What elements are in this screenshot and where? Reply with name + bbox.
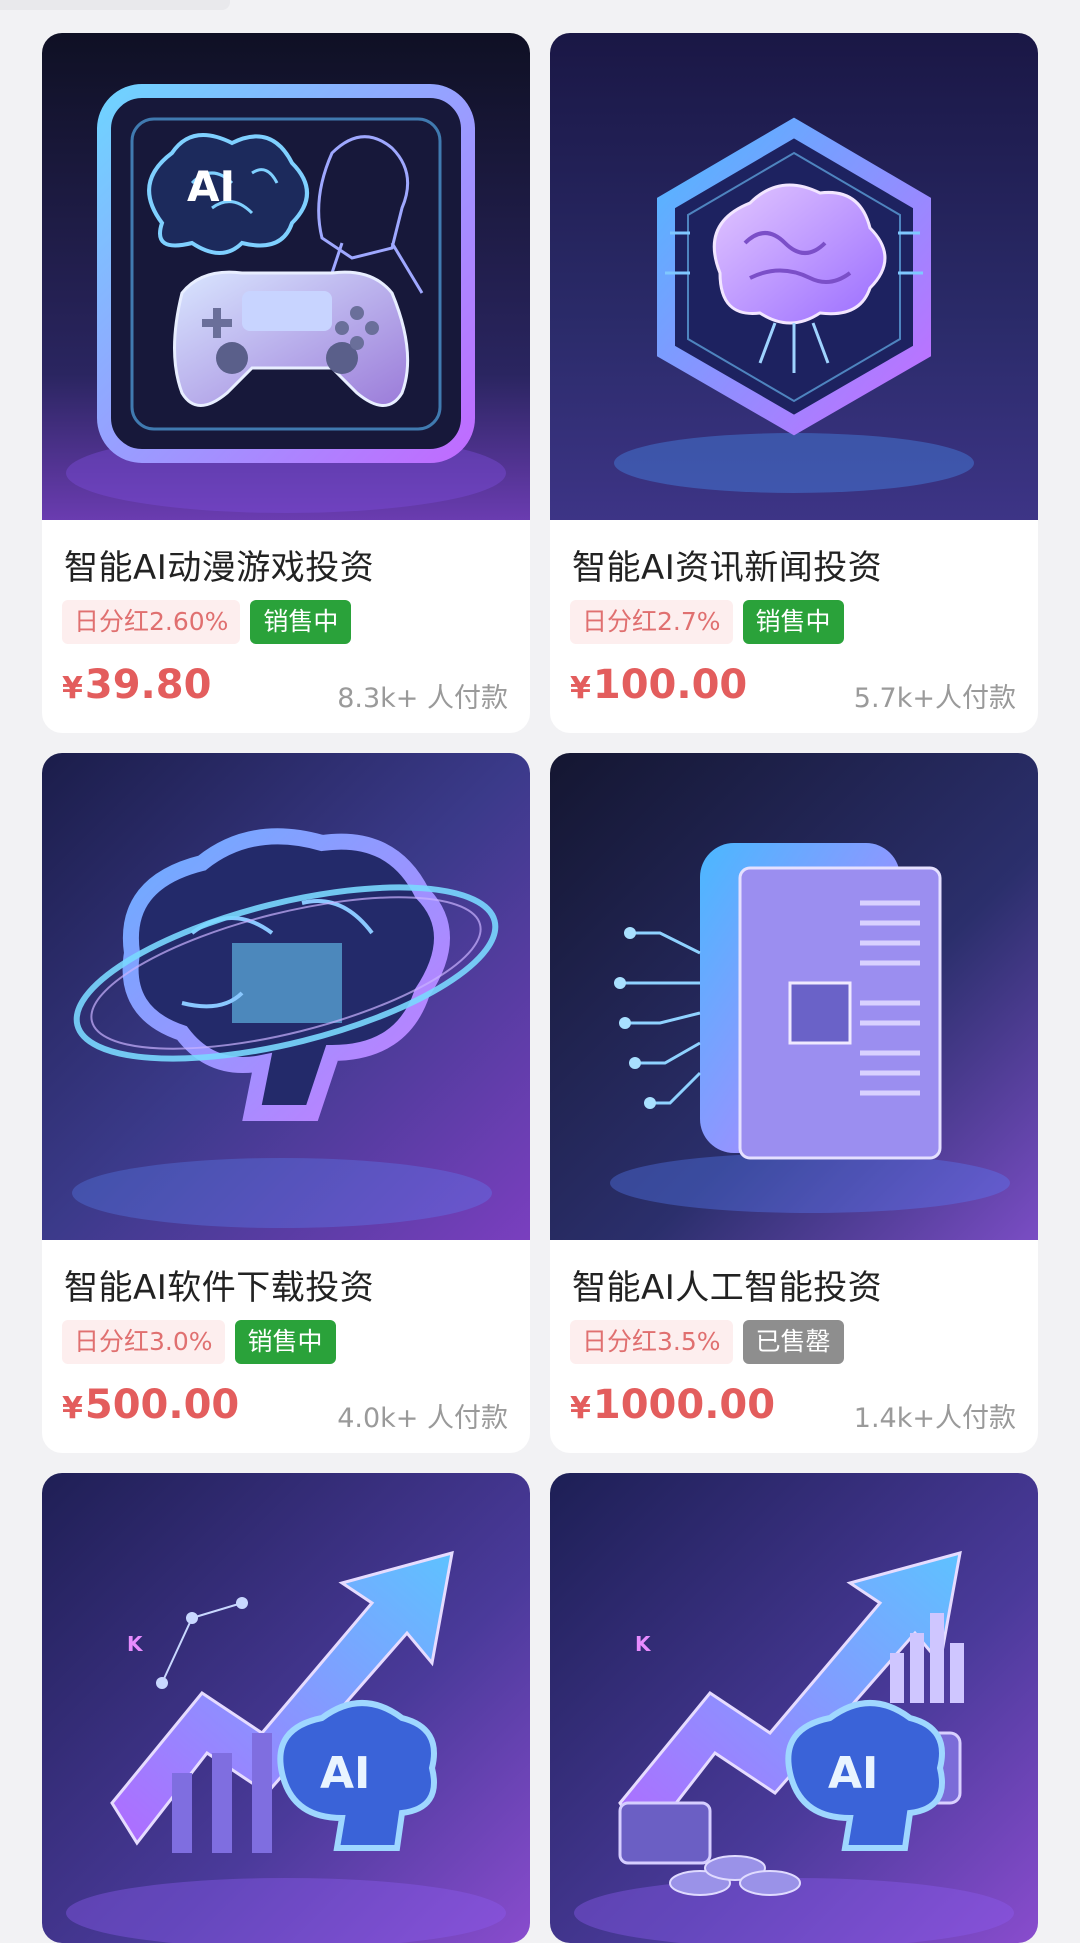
top-bar-fragment — [0, 0, 230, 10]
product-price: ¥100.00 — [570, 662, 747, 708]
status-badge: 已售罄 — [742, 1320, 844, 1364]
status-badge: 销售中 — [742, 600, 844, 644]
product-price: ¥500.00 — [62, 1382, 239, 1428]
k-label: K — [127, 1632, 144, 1656]
buyer-count: 1.4k+人付款 — [853, 1403, 1016, 1434]
orbit-brain-icon — [42, 753, 530, 1240]
product-card[interactable]: AI K — [550, 1473, 1038, 1943]
ai-growth-chart-icon: AI K — [42, 1473, 530, 1943]
price-value: 500.00 — [84, 1382, 240, 1428]
currency-symbol: ¥ — [570, 1391, 591, 1426]
product-title: 智能AI资讯新闻投资 — [572, 548, 883, 588]
product-info: 智能AI软件下载投资 日分红3.0% 销售中 ¥500.00 4.0k+ 人付款 — [42, 1240, 530, 1453]
buyer-count: 4.0k+ 人付款 — [337, 1403, 508, 1434]
status-badge: 销售中 — [250, 600, 352, 644]
product-grid: AI 智能AI动漫游戏投资 日分红2.60% 销售中 ¥39.80 8.3k+ … — [42, 33, 1038, 1943]
product-info: 智能AI资讯新闻投资 日分红2.7% 销售中 ¥100.00 5.7k+人付款 — [550, 520, 1038, 733]
product-info: 智能AI人工智能投资 日分红3.5% 已售罄 ¥1000.00 1.4k+人付款 — [550, 1240, 1038, 1453]
buyer-count: 8.3k+ 人付款 — [337, 683, 508, 714]
product-title: 智能AI动漫游戏投资 — [64, 548, 375, 588]
product-card[interactable]: AI K — [42, 1473, 530, 1943]
news-document-icon — [550, 753, 1038, 1240]
k-label: K — [635, 1632, 652, 1656]
product-title: 智能AI人工智能投资 — [572, 1268, 883, 1308]
dividend-badge: 日分红3.0% — [62, 1320, 225, 1364]
product-image — [550, 33, 1038, 520]
currency-symbol: ¥ — [570, 671, 591, 706]
product-image: AI K — [42, 1473, 530, 1943]
price-value: 39.80 — [84, 662, 212, 708]
price-value: 100.00 — [592, 662, 748, 708]
product-card[interactable]: 智能AI人工智能投资 日分红3.5% 已售罄 ¥1000.00 1.4k+人付款 — [550, 753, 1038, 1453]
product-info: 智能AI动漫游戏投资 日分红2.60% 销售中 ¥39.80 8.3k+ 人付款 — [42, 520, 530, 733]
currency-symbol: ¥ — [62, 671, 83, 706]
hexagon-brain-icon — [550, 33, 1038, 520]
product-tags: 日分红2.7% 销售中 — [570, 600, 844, 644]
product-card[interactable]: 智能AI软件下载投资 日分红3.0% 销售中 ¥500.00 4.0k+ 人付款 — [42, 753, 530, 1453]
product-image: AI K — [550, 1473, 1038, 1943]
product-image: AI — [42, 33, 530, 520]
top-bar — [0, 0, 1080, 14]
dividend-badge: 日分红2.7% — [570, 600, 733, 644]
product-image — [42, 753, 530, 1240]
ai-growth-money-icon: AI K — [550, 1473, 1038, 1943]
dividend-badge: 日分红3.5% — [570, 1320, 733, 1364]
product-image — [550, 753, 1038, 1240]
ai-game-controller-icon: AI — [42, 33, 530, 520]
product-price: ¥39.80 — [62, 662, 211, 708]
status-badge: 销售中 — [234, 1320, 336, 1364]
product-tags: 日分红3.5% 已售罄 — [570, 1320, 844, 1364]
dividend-badge: 日分红2.60% — [62, 600, 241, 644]
product-tags: 日分红3.0% 销售中 — [62, 1320, 336, 1364]
price-value: 1000.00 — [592, 1382, 776, 1428]
ai-label: AI — [828, 1748, 878, 1799]
ai-label: AI — [320, 1748, 370, 1799]
currency-symbol: ¥ — [62, 1391, 83, 1426]
product-card[interactable]: 智能AI资讯新闻投资 日分红2.7% 销售中 ¥100.00 5.7k+人付款 — [550, 33, 1038, 733]
svg-text:AI: AI — [187, 162, 235, 211]
buyer-count: 5.7k+人付款 — [853, 683, 1016, 714]
product-title: 智能AI软件下载投资 — [64, 1268, 375, 1308]
product-card[interactable]: AI 智能AI动漫游戏投资 日分红2.60% 销售中 ¥39.80 8.3k+ … — [42, 33, 530, 733]
product-price: ¥1000.00 — [570, 1382, 775, 1428]
product-tags: 日分红2.60% 销售中 — [62, 600, 352, 644]
